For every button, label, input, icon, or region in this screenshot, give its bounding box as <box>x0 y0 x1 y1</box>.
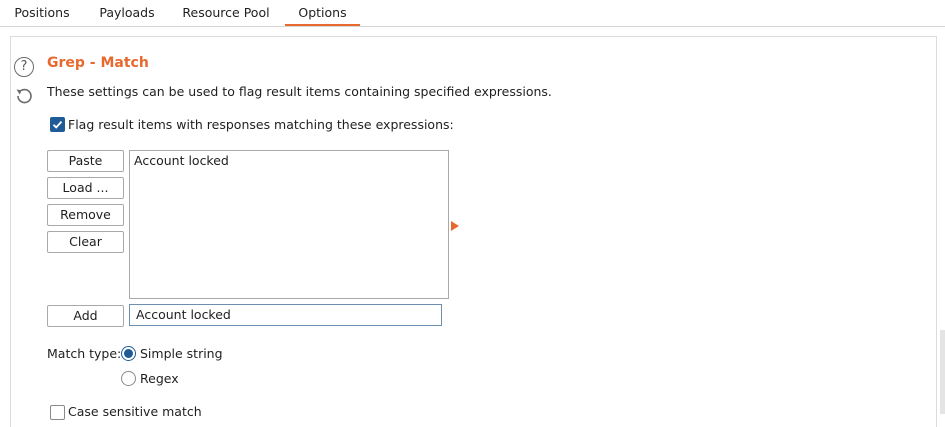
case-sensitive-checkbox[interactable] <box>50 405 65 420</box>
radio-regex[interactable] <box>121 371 136 386</box>
add-expression-value: Account locked <box>136 307 231 322</box>
add-expression-input[interactable]: Account locked <box>129 304 442 326</box>
list-item[interactable]: Account locked <box>134 153 229 168</box>
paste-button[interactable]: Paste <box>47 150 124 172</box>
flag-checkbox-label: Flag result items with responses matchin… <box>68 117 454 132</box>
radio-simple-string[interactable] <box>121 346 136 361</box>
radio-simple-string-label: Simple string <box>140 346 223 361</box>
expand-arrow-icon[interactable] <box>451 219 459 231</box>
clear-button[interactable]: Clear <box>47 231 124 253</box>
load-button[interactable]: Load ... <box>47 177 124 199</box>
tab-bar: Positions Payloads Resource Pool Options <box>0 0 945 27</box>
tab-resource-pool[interactable]: Resource Pool <box>176 0 276 26</box>
tab-payloads[interactable]: Payloads <box>88 0 166 26</box>
question-icon[interactable]: ? <box>14 57 34 77</box>
section-title: Grep - Match <box>47 55 149 71</box>
restore-icon[interactable] <box>13 85 35 107</box>
match-type-label: Match type: <box>47 346 122 361</box>
radio-regex-label: Regex <box>140 371 179 386</box>
remove-button[interactable]: Remove <box>47 204 124 226</box>
add-button[interactable]: Add <box>47 305 124 327</box>
case-sensitive-label: Case sensitive match <box>68 404 202 419</box>
section-description: These settings can be used to flag resul… <box>47 84 552 99</box>
tab-positions[interactable]: Positions <box>6 0 78 26</box>
vertical-scrollbar[interactable] <box>940 330 945 414</box>
expression-list[interactable]: Account locked <box>129 150 449 299</box>
tab-options[interactable]: Options <box>285 0 360 26</box>
flag-checkbox[interactable] <box>50 117 65 132</box>
